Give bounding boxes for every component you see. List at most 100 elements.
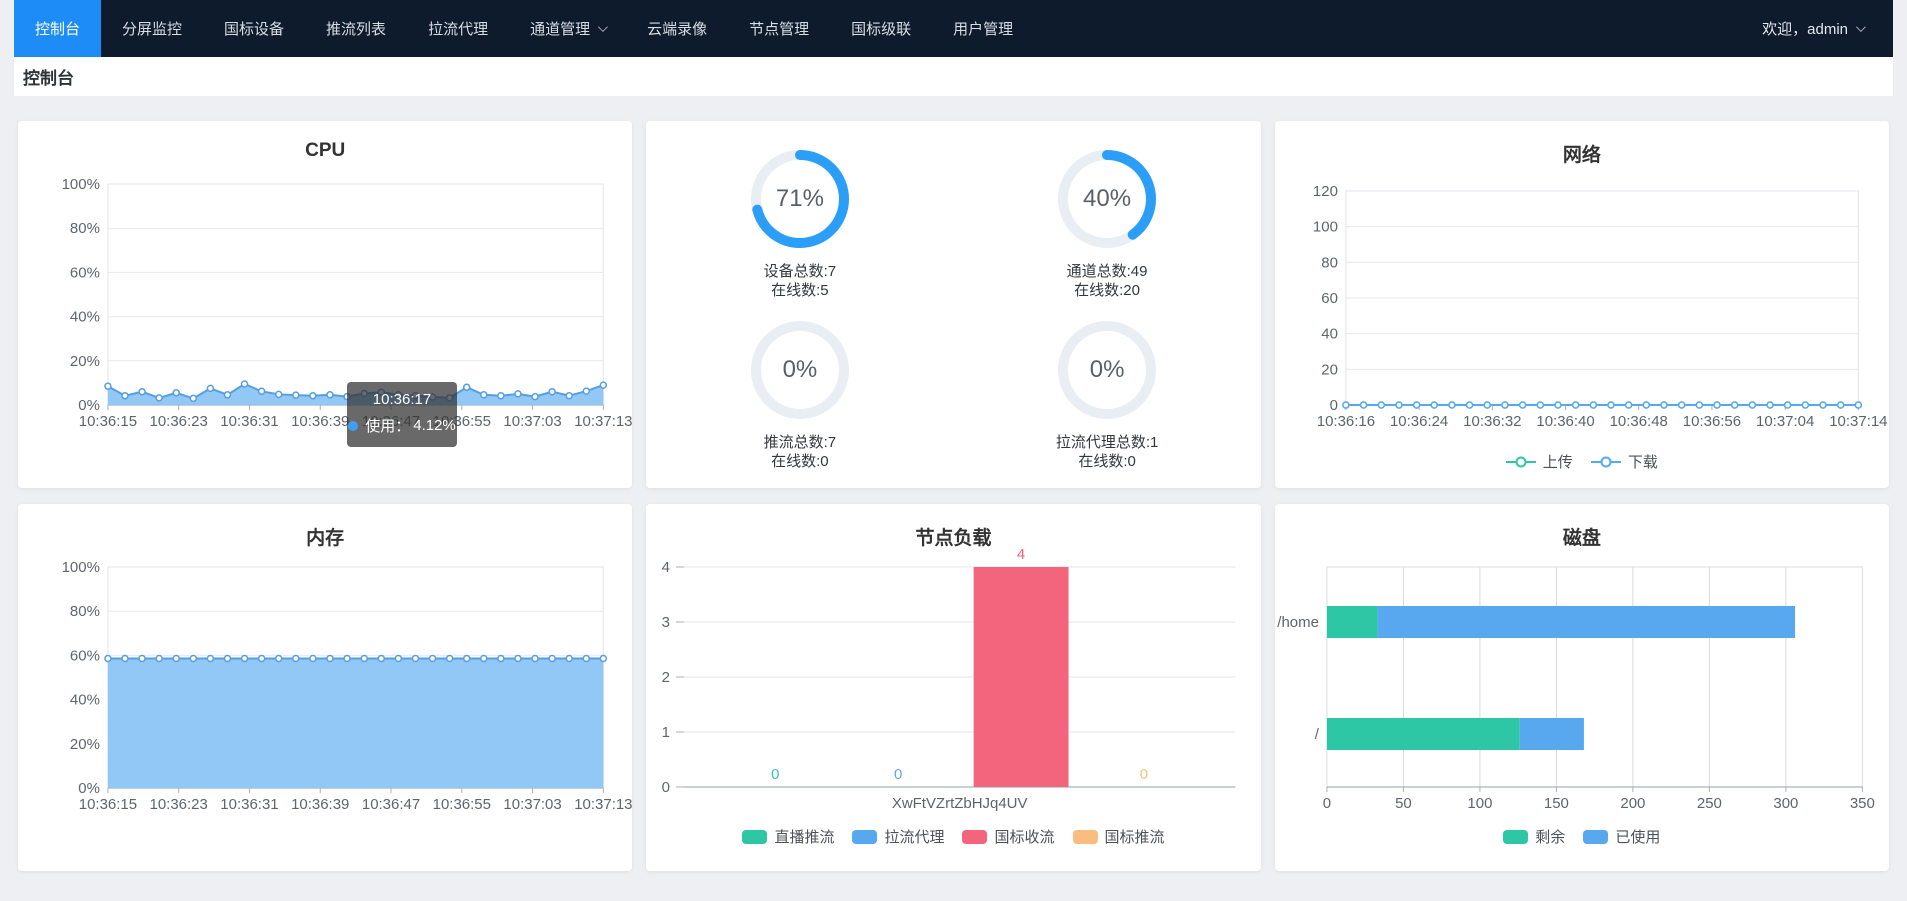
welcome-text: 欢迎，admin xyxy=(1762,18,1848,39)
nav-tab-拉流代理[interactable]: 拉流代理 xyxy=(407,0,509,57)
nav-tab-控制台[interactable]: 控制台 xyxy=(14,0,101,57)
svg-text:4: 4 xyxy=(662,559,670,576)
svg-text:150: 150 xyxy=(1544,795,1569,812)
nav-tab-label: 控制台 xyxy=(35,18,80,39)
svg-text:10:37:03: 10:37:03 xyxy=(503,413,561,430)
svg-text:10:36:23: 10:36:23 xyxy=(150,796,208,813)
legend-swatch xyxy=(1583,830,1608,844)
svg-text:10:36:15: 10:36:15 xyxy=(79,413,137,430)
svg-text:100%: 100% xyxy=(62,176,100,193)
legend-label: 剩余 xyxy=(1535,826,1565,847)
legend-item-已使用[interactable]: 已使用 xyxy=(1583,826,1660,847)
nav-tab-国标设备[interactable]: 国标设备 xyxy=(203,0,305,57)
chevron-down-icon xyxy=(598,22,608,32)
gauge-percent: 40% xyxy=(1057,149,1157,249)
svg-text:100: 100 xyxy=(1467,795,1492,812)
gauge-label: 在线数:0 xyxy=(771,452,829,471)
svg-text:20: 20 xyxy=(1321,361,1338,378)
gauge-拉流代理总数:1: 0%拉流代理总数:1在线数:0 xyxy=(953,308,1260,479)
legend-item-直播推流[interactable]: 直播推流 xyxy=(742,826,834,847)
nav-tab-分屏监控[interactable]: 分屏监控 xyxy=(101,0,203,57)
svg-text:10:36:39: 10:36:39 xyxy=(291,796,349,813)
node-load-card: 节点负载 012340040XwFtVZrtZbHJq4UV直播推流拉流代理国标… xyxy=(646,504,1260,871)
svg-text:80%: 80% xyxy=(70,220,100,237)
node_load-legend: 直播推流拉流代理 国标收流 国标推流 xyxy=(646,826,1260,847)
breadcrumb: 控制台 xyxy=(14,57,1893,96)
nav-tab-用户管理[interactable]: 用户管理 xyxy=(932,0,1034,57)
svg-text:10:36:47: 10:36:47 xyxy=(362,413,420,430)
nav-spacer xyxy=(1034,0,1762,57)
memory-card-title: 内存 xyxy=(18,523,632,550)
user-menu[interactable]: 欢迎，admin xyxy=(1762,0,1893,57)
svg-text:0: 0 xyxy=(1322,795,1330,812)
svg-text:0%: 0% xyxy=(78,397,100,414)
svg-text:60: 60 xyxy=(1321,290,1338,307)
svg-text:250: 250 xyxy=(1697,795,1722,812)
top-nav: 控制台分屏监控国标设备推流列表拉流代理通道管理云端录像节点管理国标级联用户管理 … xyxy=(14,0,1893,57)
nav-items: 控制台分屏监控国标设备推流列表拉流代理 通道管理 云端录像节点管理国标级联 用户管理 xyxy=(14,0,1034,57)
disk-card: 磁盘 050100150200250300350/home/剩余已使用 xyxy=(1275,504,1889,871)
legend-label: 下载 xyxy=(1628,451,1658,472)
svg-text:10:36:31: 10:36:31 xyxy=(220,796,278,813)
svg-text:10:36:15: 10:36:15 xyxy=(79,796,137,813)
gauge-label: 在线数:0 xyxy=(1078,452,1136,471)
nav-tab-推流列表[interactable]: 推流列表 xyxy=(305,0,407,57)
svg-text:20%: 20% xyxy=(70,353,100,370)
nav-tab-label: 用户管理 xyxy=(953,18,1013,39)
svg-text:0: 0 xyxy=(772,766,780,783)
legend-label: 已使用 xyxy=(1615,826,1660,847)
legend-item-下载[interactable]: 下载 xyxy=(1591,451,1658,472)
svg-text:10:36:40: 10:36:40 xyxy=(1536,413,1594,430)
svg-text:0: 0 xyxy=(894,766,902,783)
nav-tab-label: 通道管理 xyxy=(530,18,590,39)
nav-tab-label: 拉流代理 xyxy=(428,18,488,39)
gauge-percent: 71% xyxy=(750,149,850,249)
gauge-推流总数:7: 0%推流总数:7在线数:0 xyxy=(646,308,953,479)
svg-text:1: 1 xyxy=(662,724,670,741)
legend-item-国标推流[interactable]: 国标推流 xyxy=(1073,826,1165,847)
nav-tab-国标级联[interactable]: 国标级联 xyxy=(830,0,932,57)
svg-text:80: 80 xyxy=(1321,254,1338,271)
svg-text:10:36:31: 10:36:31 xyxy=(220,413,278,430)
gauge-label: 拉流代理总数:1 xyxy=(1056,433,1159,452)
svg-text:0: 0 xyxy=(1329,397,1337,414)
nav-tab-云端录像[interactable]: 云端录像 xyxy=(626,0,728,57)
nav-tab-label: 国标级联 xyxy=(851,18,911,39)
legend-label: 国标收流 xyxy=(994,826,1054,847)
gauge-label: 在线数:5 xyxy=(771,281,829,300)
svg-text:10:36:55: 10:36:55 xyxy=(433,413,491,430)
nav-tab-通道管理[interactable]: 通道管理 xyxy=(509,0,626,57)
svg-text:10:36:23: 10:36:23 xyxy=(150,413,208,430)
svg-text:100: 100 xyxy=(1313,219,1338,236)
svg-text:10:36:24: 10:36:24 xyxy=(1390,413,1448,430)
svg-text:60%: 60% xyxy=(70,647,100,664)
disk-card-title: 磁盘 xyxy=(1275,523,1889,550)
svg-text:10:37:13: 10:37:13 xyxy=(574,796,632,813)
svg-text:120: 120 xyxy=(1313,183,1338,200)
node-load-card-title: 节点负载 xyxy=(646,523,1260,550)
legend-item-拉流代理[interactable]: 拉流代理 xyxy=(852,826,944,847)
legend-item-剩余[interactable]: 剩余 xyxy=(1503,826,1565,847)
svg-text:0%: 0% xyxy=(78,780,100,797)
legend-item-国标收流[interactable]: 国标收流 xyxy=(962,826,1054,847)
svg-text:10:36:48: 10:36:48 xyxy=(1609,413,1667,430)
legend-label: 直播推流 xyxy=(774,826,834,847)
svg-text:40%: 40% xyxy=(70,309,100,326)
gauge-label: 在线数:20 xyxy=(1074,281,1140,300)
svg-text:300: 300 xyxy=(1773,795,1798,812)
nav-tab-节点管理[interactable]: 节点管理 xyxy=(728,0,830,57)
svg-text:10:36:16: 10:36:16 xyxy=(1316,413,1374,430)
svg-text:100%: 100% xyxy=(62,559,100,576)
svg-text:/: / xyxy=(1314,726,1319,743)
legend-item-上传[interactable]: 上传 xyxy=(1506,451,1573,472)
nav-tab-label: 云端录像 xyxy=(647,18,707,39)
legend-label: 国标推流 xyxy=(1105,826,1165,847)
gauge-label: 设备总数:7 xyxy=(764,262,837,281)
svg-text:10:37:13: 10:37:13 xyxy=(574,413,632,430)
dashboard-grid: CPU 10:36:17 使用：4.12% 0%20%40%60%80%100%… xyxy=(14,96,1893,896)
svg-text:0: 0 xyxy=(662,779,670,796)
svg-text:3: 3 xyxy=(662,614,670,631)
svg-text:10:37:14: 10:37:14 xyxy=(1829,413,1887,430)
legend-swatch xyxy=(852,830,877,844)
disk-chart: 050100150200250300350/home/ xyxy=(1275,504,1889,871)
